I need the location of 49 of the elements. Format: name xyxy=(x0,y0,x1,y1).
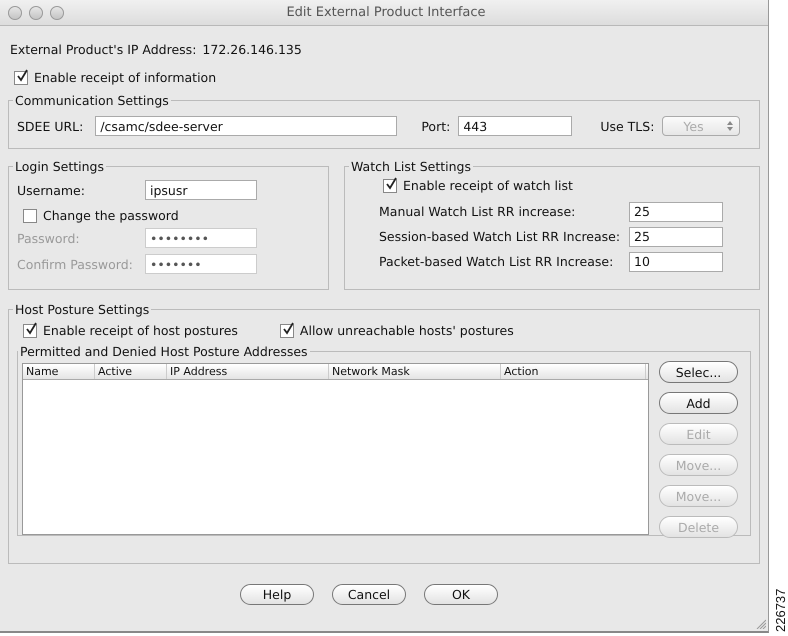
group-title: Watch List Settings xyxy=(350,159,472,174)
number-field[interactable]: 25 xyxy=(629,226,723,246)
column-header[interactable]: Name xyxy=(23,364,95,379)
action-button[interactable]: Add xyxy=(659,392,738,414)
checkbox[interactable] xyxy=(23,208,37,222)
field-label: Password: xyxy=(17,230,81,246)
checkbox-label: Enable receipt of watch list xyxy=(403,178,573,193)
field-label: Use TLS: xyxy=(600,118,654,134)
field-label: Session-based Watch List RR Increase: xyxy=(379,229,622,244)
dialog-button[interactable]: Help xyxy=(240,584,314,605)
group-title: Communication Settings xyxy=(14,93,170,108)
number-field[interactable]: 25 xyxy=(629,202,723,222)
checkbox[interactable] xyxy=(280,324,294,338)
action-button[interactable]: Selec... xyxy=(659,361,738,383)
group-title: Host Posture Settings xyxy=(14,302,150,317)
field-label: Confirm Password: xyxy=(17,256,134,272)
minimize-icon[interactable] xyxy=(29,6,43,20)
close-icon[interactable] xyxy=(8,6,22,20)
checkbox[interactable] xyxy=(23,324,37,338)
checkbox-label: Change the password xyxy=(43,208,179,223)
ip-address-value: 172.26.146.135 xyxy=(202,42,302,56)
dialog-button[interactable]: OK xyxy=(424,584,498,605)
column-header[interactable]: Active xyxy=(95,364,167,379)
checkbox[interactable] xyxy=(14,70,28,84)
stepper-arrows-icon xyxy=(727,121,734,131)
column-header[interactable]: Network Mask xyxy=(329,364,501,379)
field-label: SDEE URL: xyxy=(17,118,84,134)
field-label: Packet-based Watch List RR Increase: xyxy=(379,254,614,269)
field-label: Manual Watch List RR increase: xyxy=(379,204,576,219)
field-label: Port: xyxy=(421,118,450,134)
column-header[interactable]: Action xyxy=(501,364,646,379)
window-title: Edit External Product Interface xyxy=(286,5,487,20)
figure-number: 226737 xyxy=(773,588,788,632)
group-title: Permitted and Denied Host Posture Addresses xyxy=(19,344,309,359)
url-field[interactable]: /csamc/sdee-server xyxy=(95,116,398,136)
dialog-button[interactable]: Cancel xyxy=(332,584,406,605)
port-field[interactable]: 443 xyxy=(458,116,572,136)
resize-grip-icon[interactable] xyxy=(756,619,766,629)
field-label: Username: xyxy=(17,182,86,198)
column-header[interactable]: IP Address xyxy=(167,364,329,379)
zoom-icon[interactable] xyxy=(50,6,64,20)
ip-address-label: External Product's IP Address: xyxy=(10,42,196,56)
username-field[interactable]: ipsusr xyxy=(145,180,257,200)
checkbox-label: Enable receipt of host postures xyxy=(43,323,238,338)
group-title: Login Settings xyxy=(14,159,105,174)
checkbox-label: Allow unreachable hosts' postures xyxy=(300,323,514,338)
checkbox-label: Enable receipt of information xyxy=(34,70,216,85)
checkbox[interactable] xyxy=(383,178,397,192)
number-field[interactable]: 10 xyxy=(629,252,723,272)
